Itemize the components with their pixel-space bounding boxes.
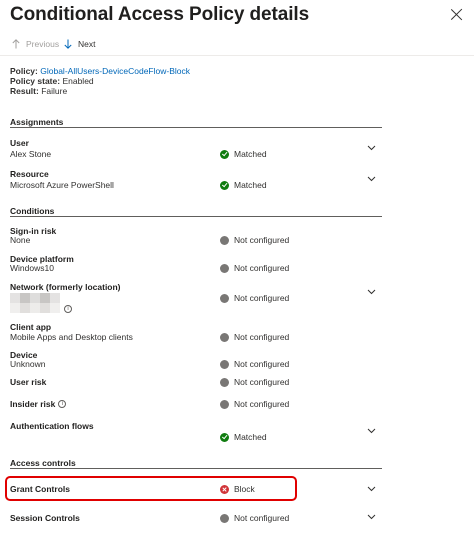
policy-state-value: Enabled xyxy=(62,76,94,86)
policy-key: Policy: xyxy=(10,66,38,76)
status-dot-icon xyxy=(220,293,229,303)
status-dot-icon xyxy=(220,263,229,273)
status-dot-icon xyxy=(220,332,229,342)
arrow-down-icon xyxy=(64,39,72,49)
access-controls-heading: Access controls xyxy=(10,458,76,468)
device-platform-value: Windows10 xyxy=(10,263,54,273)
device-status: Not configured xyxy=(220,359,289,369)
previous-button[interactable]: Previous xyxy=(12,39,59,49)
user-status-text: Matched xyxy=(234,149,267,159)
chevron-down-icon xyxy=(367,289,376,295)
close-icon[interactable] xyxy=(448,6,466,24)
chevron-down-icon xyxy=(367,514,376,520)
panel-title: Conditional Access Policy details xyxy=(10,4,310,25)
network-status: Not configured xyxy=(220,293,289,303)
resource-status-text: Matched xyxy=(234,180,267,190)
policy-result-value: Failure xyxy=(41,86,68,96)
auth-flows-status: Matched xyxy=(220,432,267,442)
device-platform-status-text: Not configured xyxy=(234,263,290,273)
block-circle-icon xyxy=(220,484,229,494)
next-label: Next xyxy=(78,39,96,49)
session-controls-expand-chevron[interactable] xyxy=(367,512,376,521)
access-controls-divider xyxy=(10,468,382,469)
check-circle-icon xyxy=(220,180,229,190)
client-app-status: Not configured xyxy=(220,332,289,342)
sign-in-risk-status-text: Not configured xyxy=(234,235,290,245)
resource-label: Resource xyxy=(10,169,49,179)
insider-risk-row-label: Insider risk i xyxy=(10,399,67,409)
user-value: Alex Stone xyxy=(10,149,52,159)
auth-flows-status-text: Matched xyxy=(234,432,267,442)
status-dot-icon xyxy=(220,513,229,523)
assignments-heading: Assignments xyxy=(10,117,64,127)
sign-in-risk-value: None xyxy=(10,235,31,245)
sign-in-risk-status: Not configured xyxy=(220,235,289,245)
user-risk-label: User risk xyxy=(10,377,47,387)
redacted-network-value xyxy=(10,293,60,313)
grant-controls-expand-chevron[interactable] xyxy=(367,484,376,493)
session-controls-label: Session Controls xyxy=(10,513,80,523)
client-app-status-text: Not configured xyxy=(234,332,290,342)
grant-controls-status-text: Block xyxy=(234,484,255,494)
status-dot-icon xyxy=(220,377,229,387)
chevron-down-icon xyxy=(367,428,376,434)
policy-name-line: Policy: Global-AllUsers-DeviceCodeFlow-B… xyxy=(10,66,190,76)
info-icon[interactable]: i xyxy=(58,400,67,408)
session-controls-status-text: Not configured xyxy=(234,513,290,523)
next-button[interactable]: Next xyxy=(64,39,95,49)
assignments-divider xyxy=(10,127,382,128)
chevron-down-icon xyxy=(367,486,376,492)
auth-flows-label: Authentication flows xyxy=(10,421,94,431)
client-app-value: Mobile Apps and Desktop clients xyxy=(10,332,133,342)
device-status-text: Not configured xyxy=(234,359,290,369)
policy-state-key: Policy state: xyxy=(10,76,61,86)
resource-value: Microsoft Azure PowerShell xyxy=(10,180,114,190)
check-circle-icon xyxy=(220,432,229,442)
toolbar: Previous Next xyxy=(0,36,474,56)
user-label: User xyxy=(10,138,29,148)
auth-flows-expand-chevron[interactable] xyxy=(367,426,376,435)
previous-label: Previous xyxy=(26,39,60,49)
user-risk-status-text: Not configured xyxy=(234,377,290,387)
status-dot-icon xyxy=(220,359,229,369)
chevron-down-icon xyxy=(367,145,376,151)
conditions-heading: Conditions xyxy=(10,206,55,216)
status-dot-icon xyxy=(220,235,229,245)
network-label: Network (formerly location) xyxy=(10,282,121,292)
user-expand-chevron[interactable] xyxy=(367,143,376,152)
policy-name-link[interactable]: Global-AllUsers-DeviceCodeFlow-Block xyxy=(40,66,190,76)
conditions-divider xyxy=(10,216,382,217)
resource-expand-chevron[interactable] xyxy=(367,174,376,183)
policy-state-line: Policy state: Enabled xyxy=(10,76,94,86)
network-expand-chevron[interactable] xyxy=(367,287,376,296)
grant-controls-status: Block xyxy=(220,484,255,494)
policy-result-line: Result: Failure xyxy=(10,86,67,96)
insider-risk-status: Not configured xyxy=(220,399,289,409)
policy-result-key: Result: xyxy=(10,86,39,96)
session-controls-status: Not configured xyxy=(220,513,289,523)
network-status-text: Not configured xyxy=(234,293,290,303)
insider-risk-label: Insider risk xyxy=(10,399,56,409)
client-app-label: Client app xyxy=(10,322,52,332)
check-circle-icon xyxy=(220,149,229,159)
user-risk-status: Not configured xyxy=(220,377,289,387)
device-value: Unknown xyxy=(10,359,46,369)
resource-status: Matched xyxy=(220,180,267,190)
user-status: Matched xyxy=(220,149,267,159)
info-icon[interactable]: i xyxy=(64,305,72,313)
arrow-up-icon xyxy=(12,39,20,49)
grant-controls-label: Grant Controls xyxy=(10,484,70,494)
status-dot-icon xyxy=(220,399,229,409)
device-platform-status: Not configured xyxy=(220,263,289,273)
insider-risk-status-text: Not configured xyxy=(234,399,290,409)
chevron-down-icon xyxy=(367,176,376,182)
